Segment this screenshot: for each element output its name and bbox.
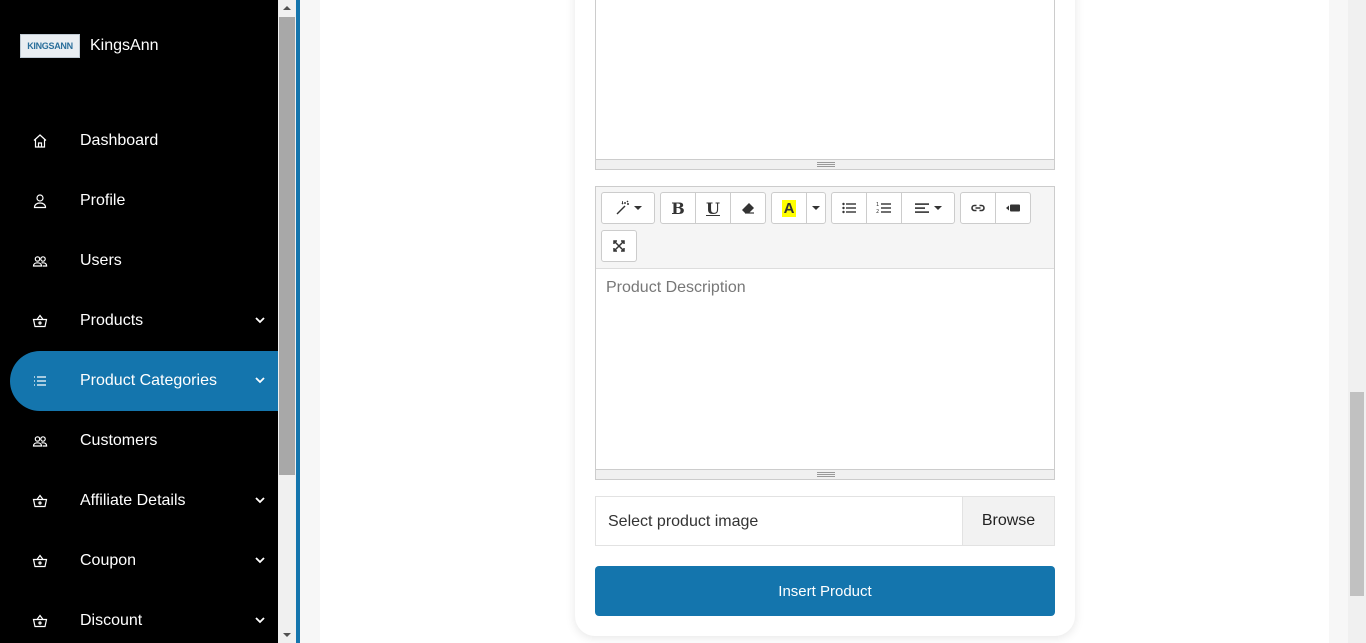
- page-scrollbar-thumb[interactable]: [1350, 392, 1364, 596]
- chevron-down-icon[interactable]: [254, 554, 266, 566]
- sidebar-item-customers[interactable]: Customers: [0, 411, 278, 471]
- sidebar-item-label: Discount: [80, 612, 143, 629]
- highlight-icon: A: [781, 199, 797, 217]
- editor-resize-handle[interactable]: [596, 159, 1054, 169]
- bullet-list-icon: [842, 202, 856, 214]
- description-editor: B U A 1 2 Product Description: [595, 186, 1055, 480]
- underline-button[interactable]: U: [695, 192, 731, 224]
- user-icon: [33, 194, 47, 209]
- sidebar-item-discount[interactable]: Discount: [0, 591, 278, 643]
- sidebar-nav: Dashboard Profile Users Products Product…: [0, 111, 278, 643]
- resize-grip-icon: [817, 472, 835, 477]
- sidebar-item-label: Product Categories: [80, 372, 217, 389]
- file-input-placeholder: Select product image: [608, 513, 759, 530]
- users-icon: [32, 436, 48, 447]
- align-button[interactable]: [901, 192, 955, 224]
- bold-button[interactable]: B: [660, 192, 696, 224]
- brand-logo: KINGSANN: [20, 34, 80, 58]
- bold-icon: B: [671, 198, 685, 218]
- page-scrollbar[interactable]: [1348, 0, 1366, 643]
- chevron-down-icon[interactable]: [254, 314, 266, 326]
- content-panel: B U A 1 2 Product Description Select pro…: [320, 0, 1329, 643]
- numbered-list-button[interactable]: 12: [866, 192, 902, 224]
- resize-grip-icon: [817, 162, 835, 167]
- sidebar: KINGSANN KingsAnn Dashboard Profile User…: [0, 0, 278, 643]
- chevron-down-icon[interactable]: [254, 614, 266, 626]
- basket-icon: [32, 494, 48, 508]
- svg-text:2: 2: [876, 209, 879, 215]
- align-icon: [915, 203, 929, 213]
- fullscreen-button[interactable]: [601, 230, 637, 262]
- editor-toolbar: B U A 1 2: [596, 187, 1054, 269]
- link-button[interactable]: [960, 192, 996, 224]
- chevron-down-icon[interactable]: [254, 374, 266, 386]
- magic-style-icon: [616, 200, 629, 215]
- svg-text:1: 1: [876, 202, 879, 208]
- basket-icon: [32, 554, 48, 568]
- video-button[interactable]: [995, 192, 1031, 224]
- editor-resize-handle[interactable]: [596, 469, 1054, 479]
- eraser-icon: [742, 203, 754, 214]
- sidebar-item-dashboard[interactable]: Dashboard: [0, 111, 278, 171]
- caret-down-icon: [634, 206, 642, 210]
- insert-product-button[interactable]: Insert Product: [595, 566, 1055, 616]
- sidebar-item-label: Products: [80, 312, 144, 329]
- chevron-down-icon[interactable]: [254, 494, 266, 506]
- caret-down-icon: [812, 206, 820, 210]
- browse-button[interactable]: Browse: [962, 497, 1054, 545]
- home-icon: [33, 134, 47, 148]
- sidebar-item-label: Affiliate Details: [80, 492, 186, 509]
- sidebar-item-affiliate-details[interactable]: Affiliate Details: [0, 471, 278, 531]
- link-icon: [971, 204, 985, 212]
- users-icon: [32, 256, 48, 267]
- numbered-list-icon: 12: [876, 202, 891, 215]
- caret-down-icon: [934, 206, 942, 210]
- sidebar-item-coupon[interactable]: Coupon: [0, 531, 278, 591]
- sidebar-item-label: Customers: [80, 432, 158, 449]
- underline-icon: U: [706, 198, 720, 218]
- sidebar-scrollbar-thumb[interactable]: [279, 17, 295, 475]
- sidebar-item-label: Users: [80, 252, 122, 269]
- basket-icon: [32, 614, 48, 628]
- description-editable[interactable]: Product Description: [596, 269, 1054, 469]
- brand[interactable]: KINGSANN KingsAnn: [20, 34, 159, 58]
- highlight-dropdown-button[interactable]: [806, 192, 826, 224]
- sidebar-item-label: Dashboard: [80, 132, 159, 149]
- sidebar-item-products[interactable]: Products: [0, 291, 278, 351]
- fullscreen-icon: [613, 240, 625, 252]
- sidebar-item-label: Profile: [80, 192, 126, 209]
- sidebar-item-product-categories[interactable]: Product Categories: [10, 351, 278, 411]
- style-button[interactable]: [601, 192, 655, 224]
- sidebar-item-users[interactable]: Users: [0, 231, 278, 291]
- scroll-up-icon[interactable]: [282, 3, 292, 13]
- basket-icon: [32, 314, 48, 328]
- scroll-down-icon[interactable]: [282, 630, 292, 640]
- product-image-file-input[interactable]: Select product image Browse: [595, 496, 1055, 546]
- previous-editor-area[interactable]: [595, 0, 1055, 170]
- sidebar-scrollbar[interactable]: [278, 0, 296, 643]
- brand-name: KingsAnn: [90, 37, 159, 54]
- video-icon: [1006, 204, 1020, 212]
- sidebar-item-label: Coupon: [80, 552, 137, 569]
- highlight-button[interactable]: A: [771, 192, 807, 224]
- sidebar-item-profile[interactable]: Profile: [0, 171, 278, 231]
- list-icon: [34, 376, 46, 386]
- bullet-list-button[interactable]: [831, 192, 867, 224]
- description-placeholder: Product Description: [606, 279, 746, 296]
- main-area: B U A 1 2 Product Description Select pro…: [300, 0, 1348, 643]
- product-form-card: B U A 1 2 Product Description Select pro…: [575, 0, 1075, 636]
- clear-format-button[interactable]: [730, 192, 766, 224]
